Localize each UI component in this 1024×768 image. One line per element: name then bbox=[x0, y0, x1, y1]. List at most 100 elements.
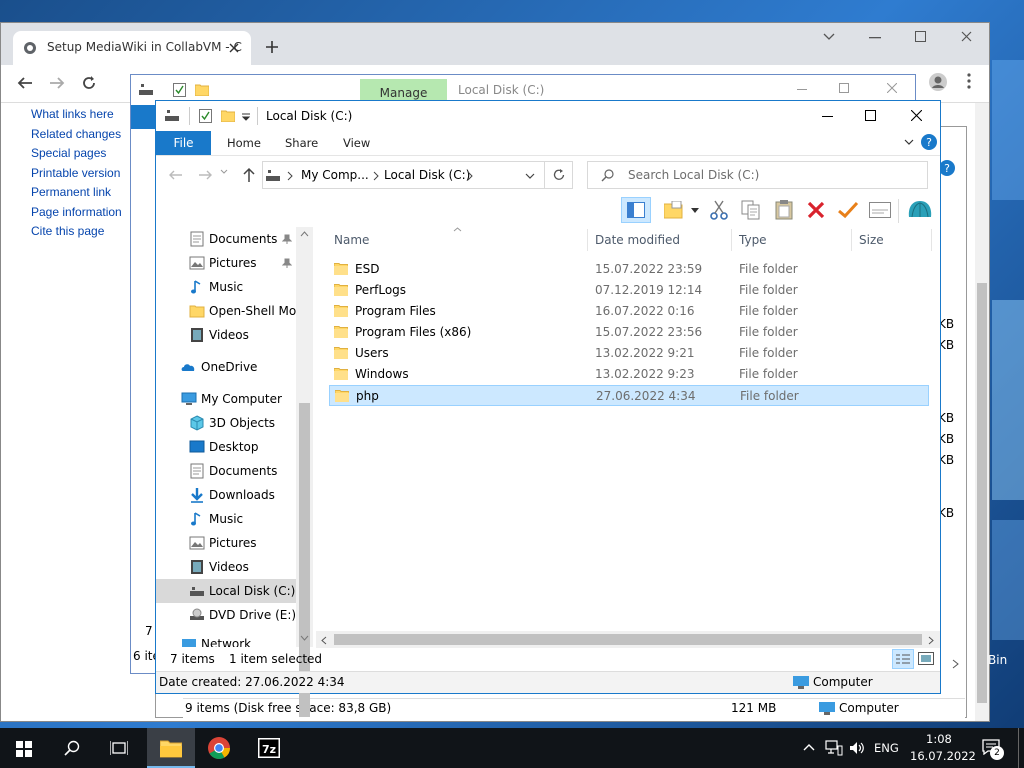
table-row[interactable]: Windows 13.02.2022 9:23 File folder bbox=[329, 364, 929, 385]
nav-item-pictures-2[interactable]: Pictures bbox=[189, 532, 299, 554]
large-icons-view-icon[interactable] bbox=[918, 652, 934, 665]
chrome-scrollbar[interactable] bbox=[975, 103, 989, 721]
new-tab-icon[interactable] bbox=[265, 40, 279, 54]
breadcrumb-local-disk[interactable]: Local Disk (C:) bbox=[384, 168, 470, 182]
wiki-link[interactable]: What links here bbox=[31, 105, 122, 125]
pin-icon[interactable] bbox=[282, 258, 292, 268]
taskbar-7zip[interactable]: 7z bbox=[244, 728, 292, 768]
close-icon[interactable] bbox=[911, 110, 922, 121]
close-icon[interactable] bbox=[961, 31, 972, 42]
close-icon[interactable] bbox=[229, 43, 239, 53]
reload-icon[interactable] bbox=[81, 75, 97, 91]
properties-icon[interactable] bbox=[199, 109, 212, 123]
chevron-down-icon[interactable] bbox=[525, 173, 535, 180]
minimize-icon[interactable] bbox=[822, 116, 833, 118]
show-hidden-icons-icon[interactable] bbox=[803, 743, 815, 751]
search-input[interactable]: Search Local Disk (C:) bbox=[587, 161, 928, 189]
help-icon[interactable]: ? bbox=[920, 133, 938, 151]
tab-share[interactable]: Share bbox=[285, 131, 318, 155]
wiki-link[interactable]: Special pages bbox=[31, 144, 122, 164]
delete-icon[interactable] bbox=[807, 201, 825, 219]
column-size[interactable]: Size bbox=[859, 227, 884, 253]
folder-icon[interactable] bbox=[195, 83, 209, 96]
minimize-icon[interactable] bbox=[797, 89, 807, 91]
up-arrow-icon[interactable] bbox=[243, 167, 255, 183]
language-indicator[interactable]: ENG bbox=[874, 741, 899, 755]
nav-item-dvd-drive[interactable]: DVD Drive (E:) ES bbox=[189, 604, 299, 626]
scroll-down-icon[interactable] bbox=[300, 635, 309, 641]
maximize-icon[interactable] bbox=[865, 110, 876, 121]
rename-checkmark-icon[interactable] bbox=[837, 201, 859, 219]
chevron-right-icon[interactable] bbox=[373, 171, 379, 181]
chevron-right-icon[interactable] bbox=[287, 171, 293, 181]
nav-item-documents-2[interactable]: Documents bbox=[189, 460, 299, 482]
nav-item-network[interactable]: Network bbox=[181, 633, 291, 647]
nav-item-music-2[interactable]: Music bbox=[189, 508, 299, 530]
nav-item-downloads[interactable]: Downloads bbox=[189, 484, 299, 506]
clock-date[interactable]: 16.07.2022 bbox=[910, 749, 976, 763]
address-bar[interactable]: My Comp... Local Disk (C:) bbox=[262, 161, 545, 189]
scroll-left-icon[interactable] bbox=[321, 636, 327, 645]
clock-time[interactable]: 1:08 bbox=[926, 732, 952, 746]
forward-arrow-icon[interactable] bbox=[198, 169, 212, 181]
tab-file[interactable]: File bbox=[156, 131, 211, 155]
nav-item-music[interactable]: Music bbox=[189, 276, 299, 298]
chevron-down-icon[interactable] bbox=[823, 33, 835, 41]
properties-icon[interactable] bbox=[869, 202, 891, 218]
recent-locations-icon[interactable] bbox=[220, 169, 228, 175]
search-button[interactable] bbox=[48, 728, 96, 768]
nav-item-onedrive[interactable]: OneDrive bbox=[181, 356, 291, 378]
table-row[interactable]: ESD 15.07.2022 23:59 File folder bbox=[329, 259, 929, 280]
wiki-link[interactable]: Permanent link bbox=[31, 183, 122, 203]
table-row[interactable]: PerfLogs 07.12.2019 12:14 File folder bbox=[329, 280, 929, 301]
scroll-thumb[interactable] bbox=[334, 634, 922, 645]
back-arrow-icon[interactable] bbox=[169, 169, 183, 181]
table-row[interactable]: Program Files (x86) 15.07.2022 23:56 File … bbox=[329, 322, 929, 343]
wiki-link[interactable]: Cite this page bbox=[31, 222, 122, 242]
tab-view[interactable]: View bbox=[343, 131, 370, 155]
new-folder-icon[interactable] bbox=[221, 109, 235, 122]
wiki-link[interactable]: Page information bbox=[31, 203, 122, 223]
nav-item-desktop[interactable]: Desktop bbox=[189, 436, 299, 458]
chevron-down-icon[interactable] bbox=[691, 208, 699, 213]
column-type[interactable]: Type bbox=[739, 227, 767, 253]
table-row[interactable]: Program Files 16.07.2022 0:16 File folder bbox=[329, 301, 929, 322]
column-date-modified[interactable]: Date modified bbox=[595, 227, 680, 253]
copy-icon[interactable] bbox=[741, 200, 761, 220]
nav-item-my-computer[interactable]: My Computer bbox=[181, 388, 301, 410]
paste-icon[interactable] bbox=[775, 199, 793, 220]
column-name[interactable]: Name bbox=[334, 227, 369, 253]
cut-icon[interactable] bbox=[710, 200, 728, 220]
volume-icon[interactable] bbox=[849, 740, 865, 756]
customize-toolbar-icon[interactable] bbox=[242, 113, 250, 121]
breadcrumb-my-computer[interactable]: My Comp... bbox=[301, 168, 369, 182]
menu-dots-icon[interactable] bbox=[967, 73, 971, 89]
network-icon[interactable] bbox=[825, 740, 843, 756]
taskbar-chrome[interactable] bbox=[195, 728, 243, 768]
nav-item-videos[interactable]: Videos bbox=[189, 324, 299, 346]
chevron-down-icon[interactable] bbox=[904, 139, 914, 146]
show-desktop-button[interactable] bbox=[1018, 728, 1019, 768]
back-arrow-icon[interactable] bbox=[17, 75, 33, 91]
pin-icon[interactable] bbox=[282, 234, 292, 244]
start-button[interactable] bbox=[0, 728, 48, 768]
chevron-right-icon[interactable] bbox=[952, 659, 960, 669]
maximize-icon[interactable] bbox=[839, 83, 849, 93]
horizontal-scrollbar[interactable] bbox=[316, 631, 940, 648]
minimize-icon[interactable] bbox=[869, 37, 881, 39]
maximize-icon[interactable] bbox=[915, 31, 926, 42]
profile-icon[interactable] bbox=[929, 73, 947, 91]
folder-options-icon[interactable] bbox=[664, 201, 684, 219]
forward-arrow-icon[interactable] bbox=[49, 75, 65, 91]
details-view-button[interactable] bbox=[892, 649, 914, 669]
properties-icon[interactable] bbox=[173, 83, 186, 97]
task-view-button[interactable] bbox=[96, 728, 144, 768]
nav-item-local-disk[interactable]: Local Disk (C:) bbox=[189, 580, 299, 602]
close-icon[interactable] bbox=[887, 83, 897, 93]
nav-item-3d-objects[interactable]: 3D Objects bbox=[189, 412, 299, 434]
wiki-link[interactable]: Related changes bbox=[31, 125, 122, 145]
open-shell-icon[interactable] bbox=[907, 199, 933, 221]
nav-scrollbar[interactable] bbox=[296, 227, 313, 717]
table-row[interactable]: php 27.06.2022 4:34 File folder bbox=[329, 385, 929, 406]
taskbar-file-explorer[interactable] bbox=[147, 728, 195, 768]
